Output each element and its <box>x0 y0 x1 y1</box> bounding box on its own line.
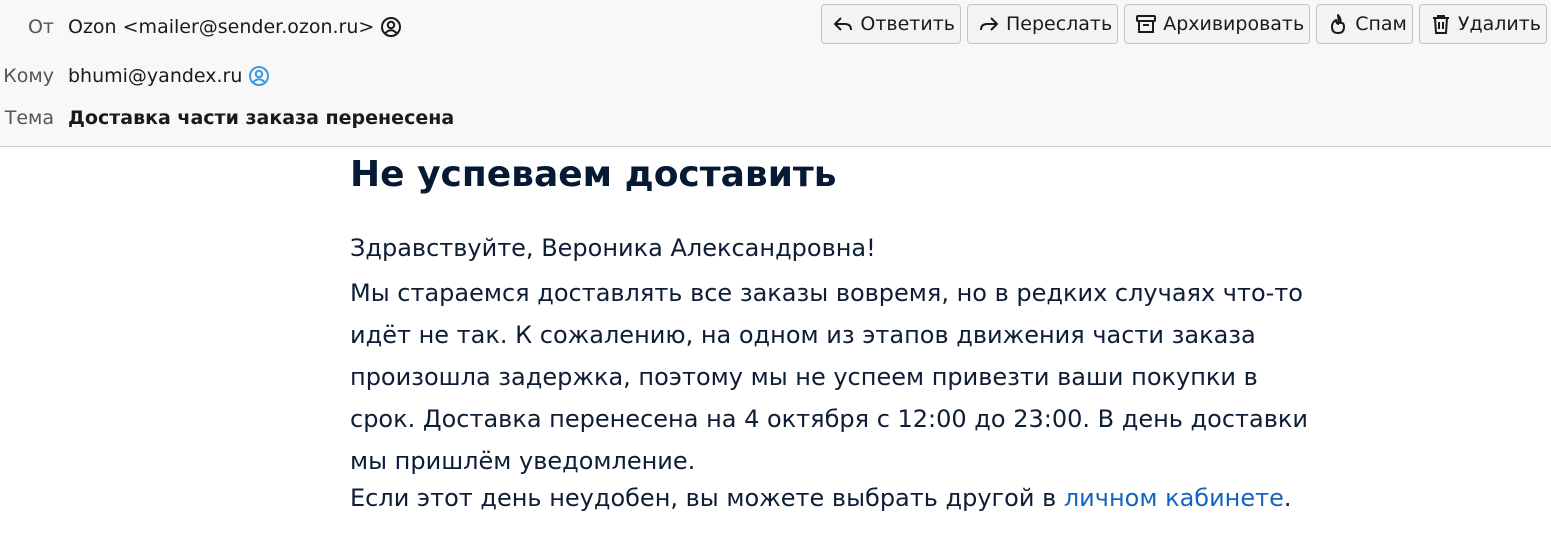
paragraph-line: произошла задержка, поэтому мы не успеем… <box>350 363 1258 391</box>
delete-button[interactable]: Удалить <box>1418 4 1547 44</box>
trash-icon <box>1430 13 1452 35</box>
paragraph-line: срок. Доставка перенесена на 4 октября с… <box>350 405 1308 433</box>
archive-icon <box>1135 13 1157 35</box>
to-address[interactable]: bhumi@yandex.ru <box>68 65 242 87</box>
closing-line: Если этот день неудобен, вы можете выбра… <box>350 484 1292 512</box>
spam-label: Спам <box>1355 13 1407 35</box>
forward-label: Переслать <box>1005 13 1113 35</box>
reply-label: Ответить <box>860 13 955 35</box>
from-label: От <box>27 16 54 38</box>
message-headline: Не успеваем доставить <box>350 154 837 195</box>
contact-icon[interactable] <box>248 65 270 87</box>
subject-value: Доставка части заказа перенесена <box>68 107 455 129</box>
message-header: От Ozon <mailer@sender.ozon.ru> Кому bhu… <box>0 0 1551 147</box>
from-value[interactable]: Ozon <mailer@sender.ozon.ru> <box>68 16 402 38</box>
account-link[interactable]: личном кабинете <box>1064 484 1284 512</box>
reply-button[interactable]: Ответить <box>821 4 961 44</box>
subject-label: Тема <box>4 107 54 129</box>
to-value[interactable]: bhumi@yandex.ru <box>68 65 270 87</box>
delete-label: Удалить <box>1457 13 1541 35</box>
from-address[interactable]: Ozon <mailer@sender.ozon.ru> <box>68 16 374 38</box>
paragraph-line: Мы стараемся доставлять все заказы вовре… <box>350 279 1303 307</box>
flame-icon <box>1327 13 1349 35</box>
to-label: Кому <box>3 65 54 87</box>
contact-icon[interactable] <box>380 16 402 38</box>
closing-prefix: Если этот день неудобен, вы можете выбра… <box>350 484 1064 512</box>
archive-button[interactable]: Архивировать <box>1124 4 1311 44</box>
paragraph-line: идёт не так. К сожалению, на одном из эт… <box>350 321 1256 349</box>
message-paragraph: Мы стараемся доставлять все заказы вовре… <box>350 272 1360 482</box>
forward-button[interactable]: Переслать <box>966 4 1119 44</box>
archive-label: Архивировать <box>1163 13 1305 35</box>
message-toolbar: Ответить Переслать Архивировать Спам Уда… <box>821 4 1547 44</box>
forward-icon <box>978 13 1000 35</box>
reply-icon <box>832 13 854 35</box>
spam-button[interactable]: Спам <box>1316 4 1413 44</box>
greeting-text: Здравствуйте, Вероника Александровна! <box>350 234 876 262</box>
paragraph-line: мы пришлём уведомление. <box>350 447 696 475</box>
closing-suffix: . <box>1283 484 1292 512</box>
